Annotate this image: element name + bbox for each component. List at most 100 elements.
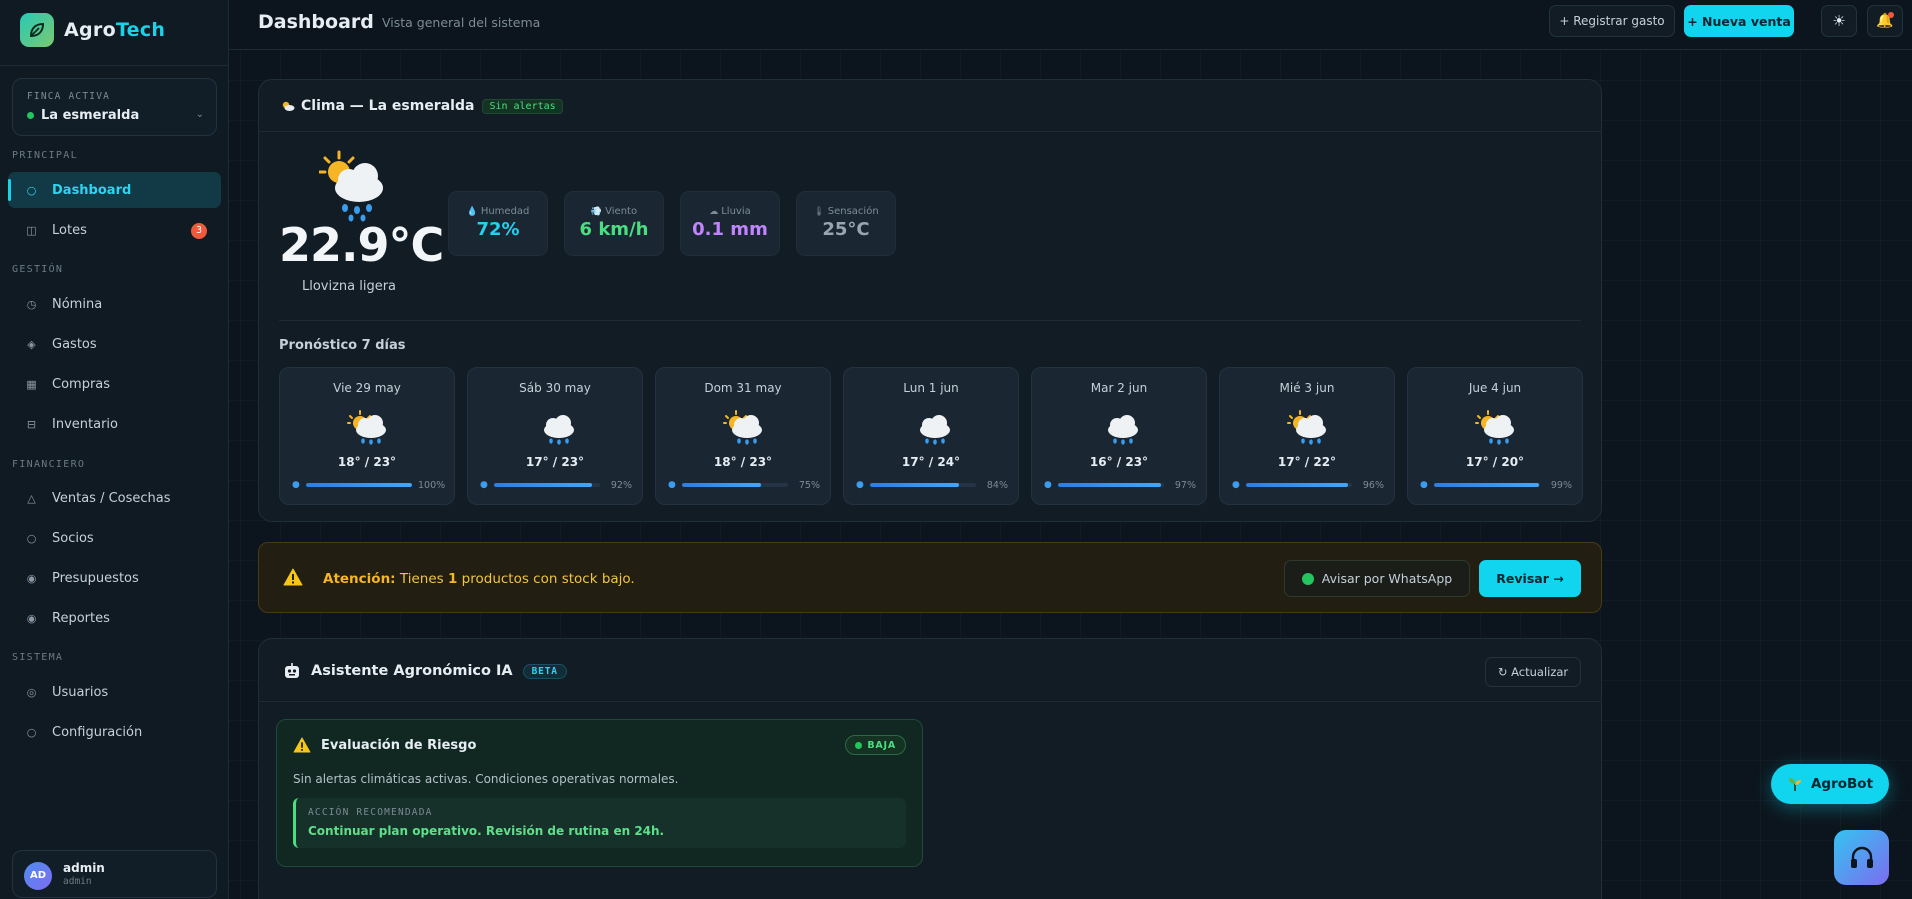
droplet-icon: ● — [668, 480, 676, 490]
sidebar-item-label: Reportes — [52, 610, 110, 626]
sidebar-item-label: Gastos — [52, 336, 97, 352]
forecast-temps: 18° / 23° — [713, 455, 773, 469]
forecast-day-name: Vie 29 may — [333, 381, 401, 395]
sidebar-item-lotes[interactable]: ◫ Lotes 3 — [8, 212, 221, 248]
wind-icon: 💨 — [590, 206, 603, 217]
forecast-title: Pronóstico 7 días — [279, 338, 406, 353]
clock-icon: ◷ — [26, 297, 37, 311]
rain-bar — [493, 483, 600, 487]
rain-sun-icon — [723, 410, 762, 445]
whatsapp-notify-button[interactable]: Avisar por WhatsApp — [1284, 560, 1470, 597]
notifications-button[interactable]: 🔔 — [1867, 5, 1903, 37]
rain-bar — [1057, 483, 1164, 487]
triangle-icon: △ — [27, 491, 36, 505]
forecast-temps: 17° / 24° — [901, 455, 961, 469]
risk-level-badge: BAJA — [845, 735, 906, 755]
rain-percent: 75% — [798, 479, 820, 491]
forecast-day-card: Lun 1 jun 17° / 24° ● 84% — [843, 367, 1019, 505]
forecast-day-name: Mar 2 jun — [1090, 381, 1148, 395]
rain-percent: 96% — [1362, 479, 1384, 491]
assistant-title: Asistente Agronómico IA BETA — [283, 662, 567, 680]
circle-icon: ○ — [26, 531, 37, 545]
weather-title: Clima — La esmeralda Sin alertas — [281, 98, 563, 114]
rain-probability: ● 92% — [480, 479, 632, 491]
metric-feels-like: 🌡 Sensación 25°C — [796, 191, 896, 256]
farm-label: FINCA ACTIVA — [27, 91, 111, 102]
user-menu[interactable]: AD admin admin — [12, 850, 217, 898]
weather-card-header: Clima — La esmeralda Sin alertas — [259, 80, 1601, 132]
review-button[interactable]: Revisar → — [1479, 560, 1581, 597]
forecast-temps: 17° / 22° — [1277, 455, 1337, 469]
partly-cloudy-icon — [282, 101, 295, 111]
rain-percent: 92% — [610, 479, 632, 491]
support-chat-button[interactable] — [1834, 830, 1889, 885]
status-dot-icon — [27, 112, 34, 119]
forecast-day-card: Sáb 30 may 17° / 23° ● 92% — [467, 367, 643, 505]
forecast-temps: 17° / 20° — [1465, 455, 1525, 469]
risk-description: Sin alertas climáticas activas. Condicio… — [293, 772, 679, 786]
lots-icon: ◫ — [26, 223, 37, 237]
droplet-icon: ● — [1232, 480, 1240, 490]
sidebar-item-gastos[interactable]: ◈ Gastos — [8, 326, 221, 362]
forecast-temps: 17° / 23° — [525, 455, 585, 469]
theme-toggle-button[interactable]: ☀ — [1821, 5, 1857, 37]
users-icon: ◎ — [26, 685, 37, 699]
rain-bar — [1245, 483, 1352, 487]
notification-dot — [1888, 12, 1894, 18]
sidebar-item-presupuestos[interactable]: ◉ Presupuestos — [8, 560, 221, 596]
metric-rain: ☁ Lluvia 0.1 mm — [680, 191, 780, 256]
sidebar-item-reportes[interactable]: ◉ Reportes — [8, 600, 221, 636]
forecast-day-card: Dom 31 may 18° / 23° ● 75% — [655, 367, 831, 505]
status-dot-icon — [855, 741, 863, 749]
target-icon: ◉ — [26, 571, 37, 585]
sidebar-item-socios[interactable]: ○ Socios — [8, 520, 221, 556]
section-label-financiero: FINANCIERO — [12, 459, 86, 470]
new-sale-button[interactable]: + Nueva venta — [1684, 5, 1794, 37]
recommended-action: ACCIÓN RECOMENDADA Continuar plan operat… — [293, 798, 906, 848]
section-label-principal: PRINCIPAL — [12, 150, 78, 161]
rain-percent: 99% — [1550, 479, 1572, 491]
sidebar-item-compras[interactable]: ▦ Compras — [8, 366, 221, 402]
sidebar-item-label: Dashboard — [52, 182, 132, 198]
register-expense-button[interactable]: + Registrar gasto — [1549, 5, 1675, 37]
rain-bar-fill — [493, 483, 592, 487]
rain-sun-icon — [319, 150, 383, 222]
sidebar-item-ventas[interactable]: △ Ventas / Cosechas — [8, 480, 221, 516]
sidebar-item-label: Lotes — [52, 222, 87, 238]
brand[interactable]: AgroTech — [20, 13, 165, 47]
rain-bar-fill — [1057, 483, 1161, 487]
sidebar: AgroTech FINCA ACTIVA La esmeralda ⌄ PRI… — [0, 0, 229, 899]
rain-percent: 100% — [418, 479, 446, 491]
recommended-action-text: Continuar plan operativo. Revisión de ru… — [308, 824, 665, 838]
top-header: Dashboard Vista general del sistema + Re… — [229, 0, 1912, 50]
refresh-button[interactable]: ↻ Actualizar — [1485, 657, 1581, 687]
sidebar-item-dashboard[interactable]: ○ Dashboard — [8, 172, 221, 208]
diamond-icon: ◈ — [27, 337, 36, 351]
sidebar-item-inventario[interactable]: ⊟ Inventario — [8, 406, 221, 442]
weather-description: Llovizna ligera — [301, 279, 397, 294]
droplet-icon: ● — [1420, 480, 1428, 490]
sidebar-item-configuracion[interactable]: ○ Configuración — [8, 714, 221, 750]
agrobot-button[interactable]: AgroBot — [1771, 764, 1889, 804]
status-pill: Sin alertas — [482, 98, 563, 114]
ai-assistant-card: Asistente Agronómico IA BETA ↻ Actualiza… — [258, 638, 1602, 899]
forecast-day-name: Jue 4 jun — [1468, 381, 1522, 395]
recommended-action-label: ACCIÓN RECOMENDADA — [308, 807, 433, 818]
rain-cloud-icon — [544, 415, 574, 445]
sidebar-item-nomina[interactable]: ◷ Nómina — [8, 286, 221, 322]
risk-title: Evaluación de Riesgo — [293, 737, 476, 753]
section-label-gestion: GESTIÓN — [12, 264, 64, 275]
forecast-temps: 18° / 23° — [337, 455, 397, 469]
low-stock-alert: Atención: Tienes 1 productos con stock b… — [258, 542, 1602, 613]
plant-icon — [1788, 778, 1801, 791]
forecast-day-card: Jue 4 jun 17° / 20° ● 99% — [1407, 367, 1583, 505]
sidebar-item-usuarios[interactable]: ◎ Usuarios — [8, 674, 221, 710]
farm-selector[interactable]: FINCA ACTIVA La esmeralda ⌄ — [12, 78, 217, 136]
rain-bar — [1433, 483, 1540, 487]
rain-sun-icon — [1475, 410, 1514, 445]
forecast-day-name: Mié 3 jun — [1279, 381, 1335, 395]
wind-value: 6 km/h — [579, 219, 649, 240]
user-name: admin — [63, 861, 105, 875]
rain-bar-fill — [305, 483, 412, 487]
sun-icon: ☀ — [1832, 12, 1846, 30]
